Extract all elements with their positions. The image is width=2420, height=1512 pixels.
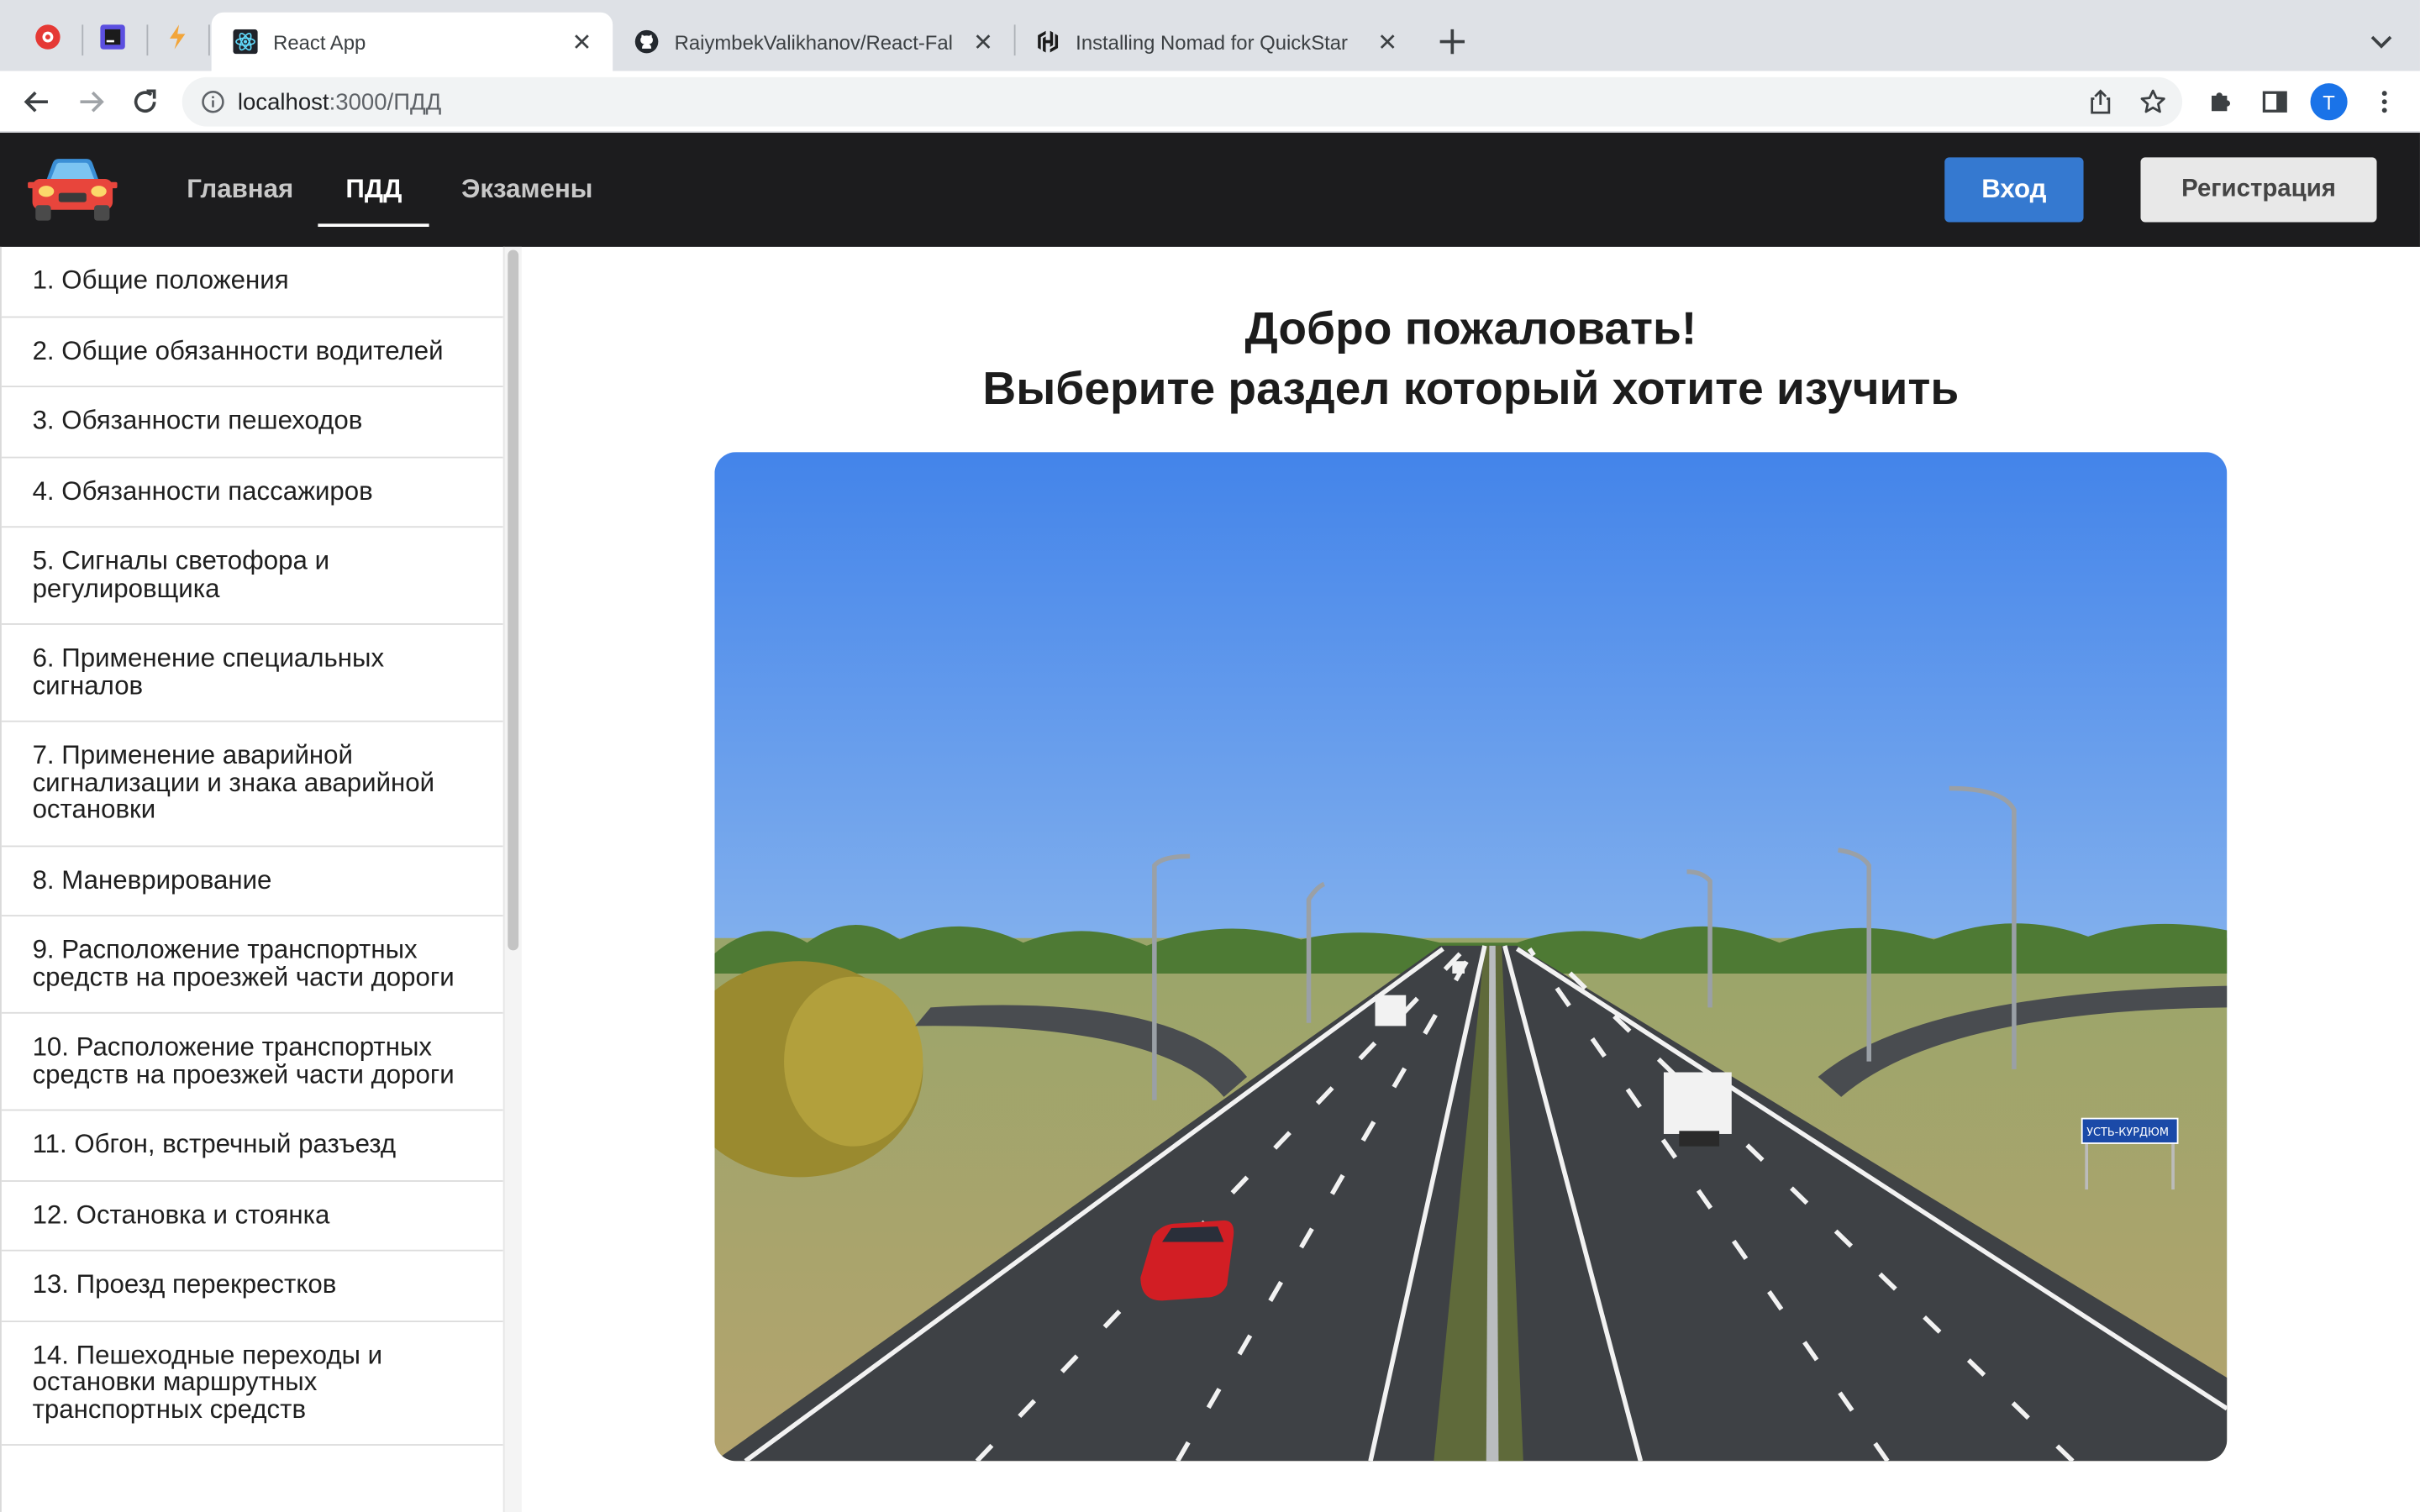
app-header: Главная ПДД Экзамены Вход Регистрация bbox=[0, 132, 2420, 247]
choose-section-heading: Выберите раздел который хотите изучить bbox=[982, 364, 1960, 416]
sidebar-item-6[interactable]: 6. Применение специальных сигналов bbox=[1, 625, 503, 722]
side-panel-button[interactable] bbox=[2260, 87, 2291, 118]
reload-icon bbox=[134, 89, 156, 113]
puzzle-icon bbox=[2211, 92, 2231, 112]
menu-button[interactable] bbox=[2369, 87, 2400, 118]
register-button[interactable]: Регистрация bbox=[2140, 157, 2377, 223]
github-icon bbox=[634, 29, 659, 54]
sections-sidebar: 1. Общие положения 2. Общие обязанности … bbox=[0, 246, 503, 1512]
nav-home[interactable]: Главная bbox=[187, 133, 293, 247]
close-icon[interactable] bbox=[1375, 29, 1399, 54]
sidebar-item-13[interactable]: 13. Проезд перекрестков bbox=[1, 1252, 503, 1322]
react-logo-icon bbox=[233, 29, 258, 55]
login-button[interactable]: Вход bbox=[1944, 157, 2084, 223]
reload-button[interactable] bbox=[129, 87, 160, 118]
side-panel-icon bbox=[2262, 91, 2287, 113]
sidebar-scrollbar[interactable] bbox=[502, 246, 522, 1512]
sidebar-item-14[interactable]: 14. Пешеходные переходы и остановки марш… bbox=[1, 1321, 503, 1446]
road-sign-text: УСТЬ-КУРДЮМ bbox=[2086, 1126, 2169, 1139]
welcome-heading: Добро пожаловать! bbox=[1244, 303, 1697, 355]
pinned-tab-labs[interactable] bbox=[159, 18, 196, 55]
opera-red-icon bbox=[35, 24, 60, 50]
profile-avatar[interactable]: T bbox=[2310, 83, 2348, 121]
hashicorp-icon bbox=[1038, 30, 1059, 53]
sidebar-item-2[interactable]: 2. Общие обязанности водителей bbox=[1, 317, 503, 388]
new-tab-plus-icon[interactable] bbox=[1435, 24, 1469, 58]
car-logo-icon[interactable] bbox=[28, 155, 118, 225]
extensions-button[interactable] bbox=[2206, 87, 2237, 118]
nav-pdd[interactable]: ПДД bbox=[317, 133, 431, 247]
back-button[interactable] bbox=[22, 87, 53, 118]
arrow-right-icon bbox=[80, 91, 104, 113]
forward-button[interactable] bbox=[76, 87, 107, 118]
sidebar-item-1[interactable]: 1. Общие положения bbox=[1, 247, 503, 318]
tab-search-chevron-icon[interactable] bbox=[2367, 28, 2395, 55]
arrow-left-icon bbox=[24, 91, 48, 113]
tab-title: React App bbox=[273, 29, 366, 54]
sidebar-item-7[interactable]: 7. Применение аварийной сигнализации и з… bbox=[1, 722, 503, 847]
close-icon[interactable] bbox=[971, 29, 995, 54]
scrollbar-thumb[interactable] bbox=[508, 249, 519, 951]
sidebar-item-9[interactable]: 9. Расположение транспортных средств на … bbox=[1, 916, 503, 1014]
page-title: Добро пожаловать! Выберите раздел которы… bbox=[522, 299, 2420, 419]
pinned-tab-opera[interactable] bbox=[29, 18, 66, 55]
main-content: Добро пожаловать! Выберите раздел которы… bbox=[522, 247, 2420, 1512]
tab-github[interactable]: RaiymbekValikhanov/React-Fal bbox=[613, 13, 1014, 71]
tab-title: RaiymbekValikhanov/React-Fal bbox=[674, 29, 953, 54]
sidebar-item-12[interactable]: 12. Остановка и стоянка bbox=[1, 1181, 503, 1252]
tab-nomad[interactable]: Installing Nomad for QuickStar bbox=[1014, 13, 1418, 71]
nav-exams[interactable]: Экзамены bbox=[461, 133, 592, 247]
intellij-icon bbox=[100, 24, 125, 50]
tab-title: Installing Nomad for QuickStar bbox=[1076, 29, 1348, 54]
browser-tab-strip: React App RaiymbekValikhanov/React-Fal I… bbox=[0, 0, 2420, 71]
sidebar-item-3[interactable]: 3. Обязанности пешеходов bbox=[1, 387, 503, 458]
address-bar[interactable]: localhost:3000/ПДД bbox=[182, 76, 2183, 127]
chrome-labs-icon bbox=[170, 24, 186, 50]
kebab-menu-icon bbox=[2381, 91, 2387, 113]
url-text[interactable]: localhost:3000/ПДД bbox=[238, 90, 441, 116]
info-icon[interactable] bbox=[201, 90, 225, 114]
tab-react-app[interactable]: React App bbox=[211, 12, 613, 71]
bookmark-star-icon[interactable] bbox=[2139, 88, 2167, 116]
sidebar-item-10[interactable]: 10. Расположение транспортных средств на… bbox=[1, 1014, 503, 1111]
share-icon[interactable] bbox=[2086, 88, 2114, 116]
sidebar-item-8[interactable]: 8. Маневрирование bbox=[1, 846, 503, 916]
sidebar-item-4[interactable]: 4. Обязанности пассажиров bbox=[1, 458, 503, 528]
sidebar-item-5[interactable]: 5. Сигналы светофора и регулировщика bbox=[1, 528, 503, 625]
highway-photo: УСТЬ-КУРДЮМ bbox=[714, 452, 2228, 1462]
browser-toolbar: localhost:3000/ПДД T bbox=[0, 71, 2420, 133]
sidebar-item-11[interactable]: 11. Обгон, встречный разъезд bbox=[1, 1110, 503, 1181]
close-icon[interactable] bbox=[570, 29, 594, 54]
pinned-tab-intellij[interactable] bbox=[94, 18, 131, 55]
highway-hero-image: УСТЬ-КУРДЮМ bbox=[714, 452, 2228, 1462]
